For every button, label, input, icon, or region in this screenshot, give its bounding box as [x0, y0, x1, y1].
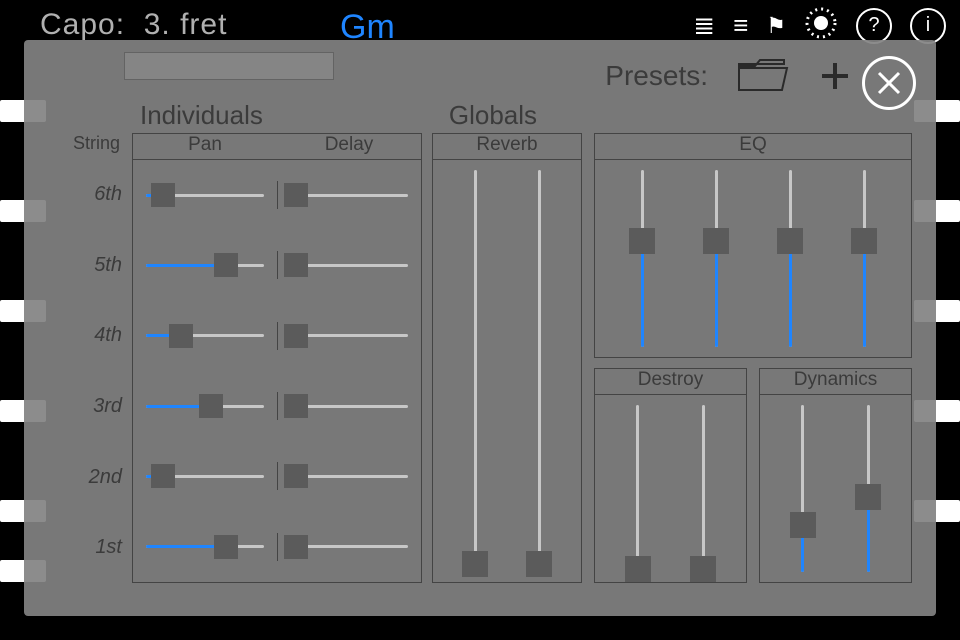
destroy-header: Destroy [595, 369, 746, 395]
folder-icon [736, 56, 790, 96]
menu-icon[interactable]: ≡ [733, 10, 748, 41]
delay-slider[interactable] [290, 462, 408, 490]
presets-label: Presets: [605, 60, 708, 92]
eq-slider[interactable] [625, 170, 659, 347]
eq-slider[interactable] [699, 170, 733, 347]
string-label: 5th [48, 230, 126, 301]
section-individuals: Individuals [140, 100, 263, 131]
reverb-header: Reverb [433, 134, 581, 160]
delay-slider[interactable] [290, 181, 408, 209]
pan-slider[interactable] [146, 322, 264, 350]
pan-slider[interactable] [146, 392, 264, 420]
string-label: 4th [48, 300, 126, 371]
string-label: 2nd [48, 442, 126, 513]
eq-header: EQ [595, 134, 911, 160]
list-icon[interactable]: ≣ [693, 10, 715, 41]
help-icon[interactable]: ? [856, 8, 892, 44]
section-globals: Globals [449, 100, 537, 131]
string-header: String [48, 133, 126, 159]
capo-label: Capo: [40, 8, 125, 41]
pan-slider[interactable] [146, 181, 264, 209]
eq-slider[interactable] [773, 170, 807, 347]
reverb-slider[interactable] [522, 170, 556, 572]
reverb-slider[interactable] [458, 170, 492, 572]
delay-slider[interactable] [290, 322, 408, 350]
plus-icon [818, 59, 852, 93]
eq-slider[interactable] [847, 170, 881, 347]
preset-search-input[interactable] [124, 52, 334, 80]
info-icon[interactable]: i [910, 8, 946, 44]
pan-slider[interactable] [146, 462, 264, 490]
delay-slider[interactable] [290, 533, 408, 561]
destroy-slider[interactable] [686, 405, 720, 572]
string-label: 3rd [48, 371, 126, 442]
dynamics-slider[interactable] [786, 405, 820, 572]
pan-header: Pan [133, 134, 277, 159]
flag-icon[interactable]: ⚑ [766, 13, 786, 39]
destroy-slider[interactable] [621, 405, 655, 572]
pan-slider[interactable] [146, 533, 264, 561]
close-button[interactable] [862, 56, 916, 110]
string-label: 6th [48, 159, 126, 230]
close-icon [874, 68, 904, 98]
string-label: 1st [48, 512, 126, 583]
delay-slider[interactable] [290, 392, 408, 420]
capo-value: 3. fret [144, 8, 228, 41]
effects-panel: Presets: Individuals Globals String 6th … [24, 40, 936, 616]
add-preset-button[interactable] [818, 59, 852, 93]
dynamics-slider[interactable] [851, 405, 885, 572]
open-preset-button[interactable] [736, 56, 790, 96]
delay-header: Delay [277, 134, 421, 159]
dynamics-header: Dynamics [760, 369, 911, 395]
pan-slider[interactable] [146, 251, 264, 279]
delay-slider[interactable] [290, 251, 408, 279]
